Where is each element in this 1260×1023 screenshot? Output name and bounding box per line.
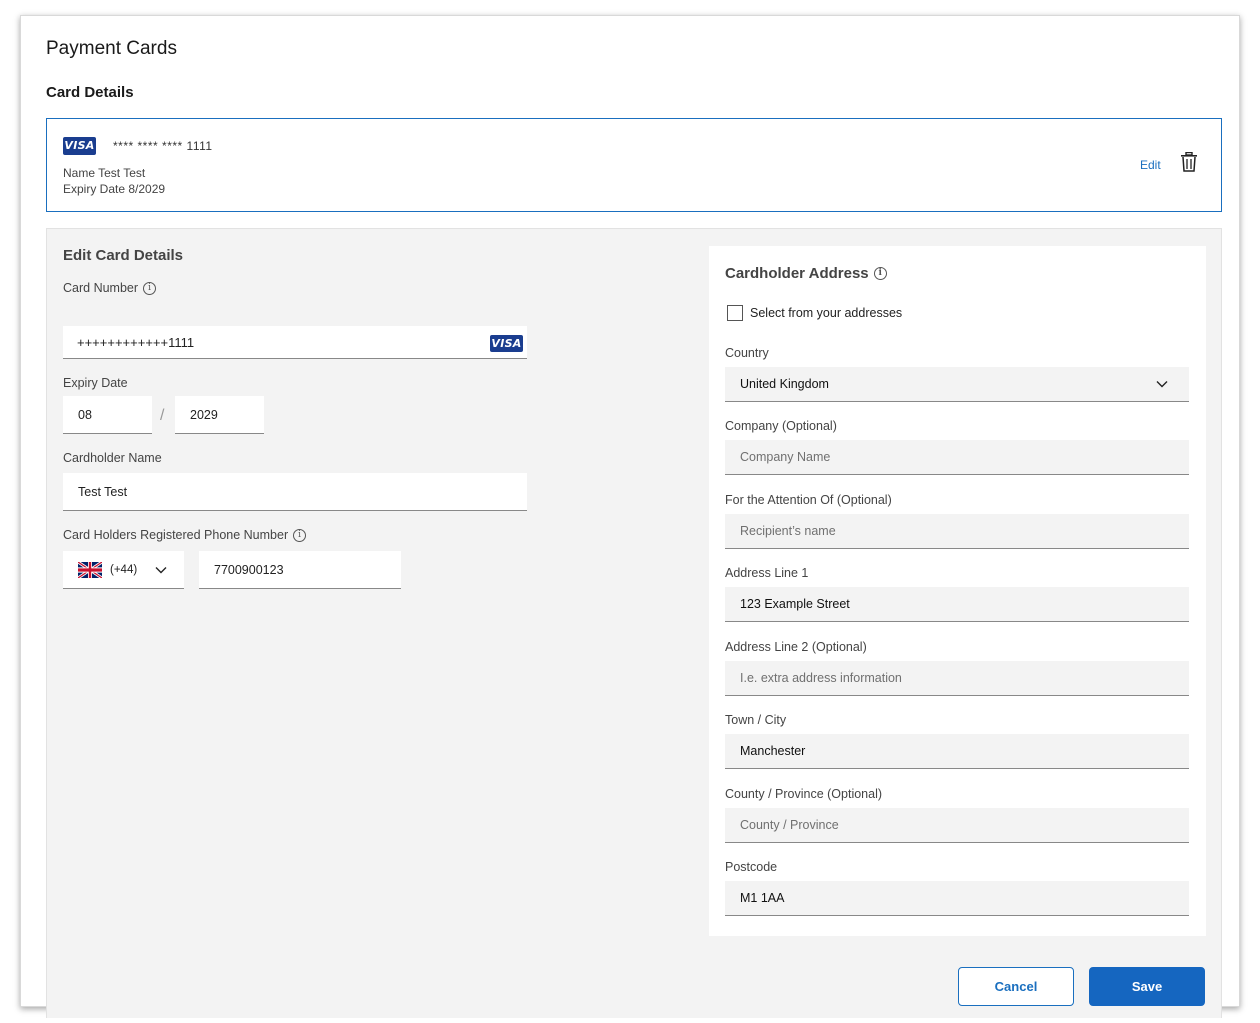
address-line1-input[interactable]: 123 Example Street xyxy=(725,587,1189,622)
edit-card-link[interactable]: Edit xyxy=(1140,158,1161,172)
phone-label: Card Holders Registered Phone Number i xyxy=(63,528,307,542)
cardholder-address-panel: Cardholder Address i Select from your ad… xyxy=(709,246,1206,936)
country-select[interactable]: United Kingdom xyxy=(725,367,1189,402)
payment-cards-window: Payment Cards Card Details VISA **** ***… xyxy=(20,15,1240,1018)
county-label: County / Province (Optional) xyxy=(725,787,883,801)
cardholder-name-label: Cardholder Name xyxy=(63,451,162,465)
company-input[interactable]: Company Name xyxy=(725,440,1189,475)
trash-icon[interactable] xyxy=(1180,152,1198,172)
card-number-label-text: Card Number xyxy=(63,281,139,295)
info-icon[interactable]: i xyxy=(143,281,157,295)
cancel-button[interactable]: Cancel xyxy=(958,967,1074,1006)
postcode-label: Postcode xyxy=(725,860,778,874)
address-line2-label: Address Line 2 (Optional) xyxy=(725,640,867,654)
address-title: Cardholder Address i xyxy=(725,265,887,282)
section-title: Card Details xyxy=(46,84,134,101)
attention-label: For the Attention Of (Optional) xyxy=(725,493,892,507)
expiry-label: Expiry Date xyxy=(63,376,128,390)
town-label: Town / City xyxy=(725,713,787,727)
info-icon[interactable]: i xyxy=(873,267,887,280)
expiry-separator: / xyxy=(160,407,165,424)
expiry-year-input[interactable]: 2029 xyxy=(175,396,264,434)
visa-logo-icon: VISA xyxy=(490,335,523,352)
saved-card: VISA **** **** **** 1111 Name Test Test … xyxy=(46,118,1222,212)
company-label: Company (Optional) xyxy=(725,419,837,433)
address-line1-label: Address Line 1 xyxy=(725,566,809,580)
card-number-value: ++++++++++++1111 xyxy=(77,334,195,350)
attention-input[interactable]: Recipient’s name xyxy=(725,514,1189,549)
phone-country-select[interactable]: (+44) xyxy=(63,551,184,589)
town-input[interactable]: Manchester xyxy=(725,734,1189,769)
expiry-month-input[interactable]: 08 xyxy=(63,396,152,434)
edit-card-title: Edit Card Details xyxy=(63,247,184,264)
country-label: Country xyxy=(725,346,769,360)
visa-logo-icon: VISA xyxy=(63,137,96,155)
select-addresses-checkbox[interactable] xyxy=(727,305,743,321)
card-name: Name Test Test xyxy=(63,166,146,180)
card-number-label: Card Number i xyxy=(63,281,157,295)
phone-label-text: Card Holders Registered Phone Number xyxy=(63,528,289,542)
chevron-down-icon xyxy=(1156,381,1168,388)
country-value: United Kingdom xyxy=(740,377,829,391)
card-expiry: Expiry Date 8/2029 xyxy=(63,182,166,196)
postcode-input[interactable]: M1 1AA xyxy=(725,881,1189,916)
info-icon[interactable]: i xyxy=(293,528,307,542)
card-number-input[interactable]: ++++++++++++1111 VISA xyxy=(63,326,527,359)
edit-card-panel: Edit Card Details Card Number i ++++++++… xyxy=(46,228,1222,1018)
chevron-down-icon xyxy=(155,567,167,574)
address-title-text: Cardholder Address xyxy=(725,265,869,282)
phone-number-input[interactable]: 7700900123 xyxy=(199,551,401,589)
masked-card-number: **** **** **** 1111 xyxy=(113,139,213,153)
uk-flag-icon xyxy=(78,561,102,578)
address-line2-input[interactable]: I.e. extra address information xyxy=(725,661,1189,696)
save-button[interactable]: Save xyxy=(1089,967,1205,1006)
phone-country-code: (+44) xyxy=(110,563,138,576)
cardholder-name-input[interactable]: Test Test xyxy=(63,473,527,511)
county-input[interactable]: County / Province xyxy=(725,808,1189,843)
page-title: Payment Cards xyxy=(46,38,177,59)
select-addresses-label[interactable]: Select from your addresses xyxy=(750,306,902,320)
